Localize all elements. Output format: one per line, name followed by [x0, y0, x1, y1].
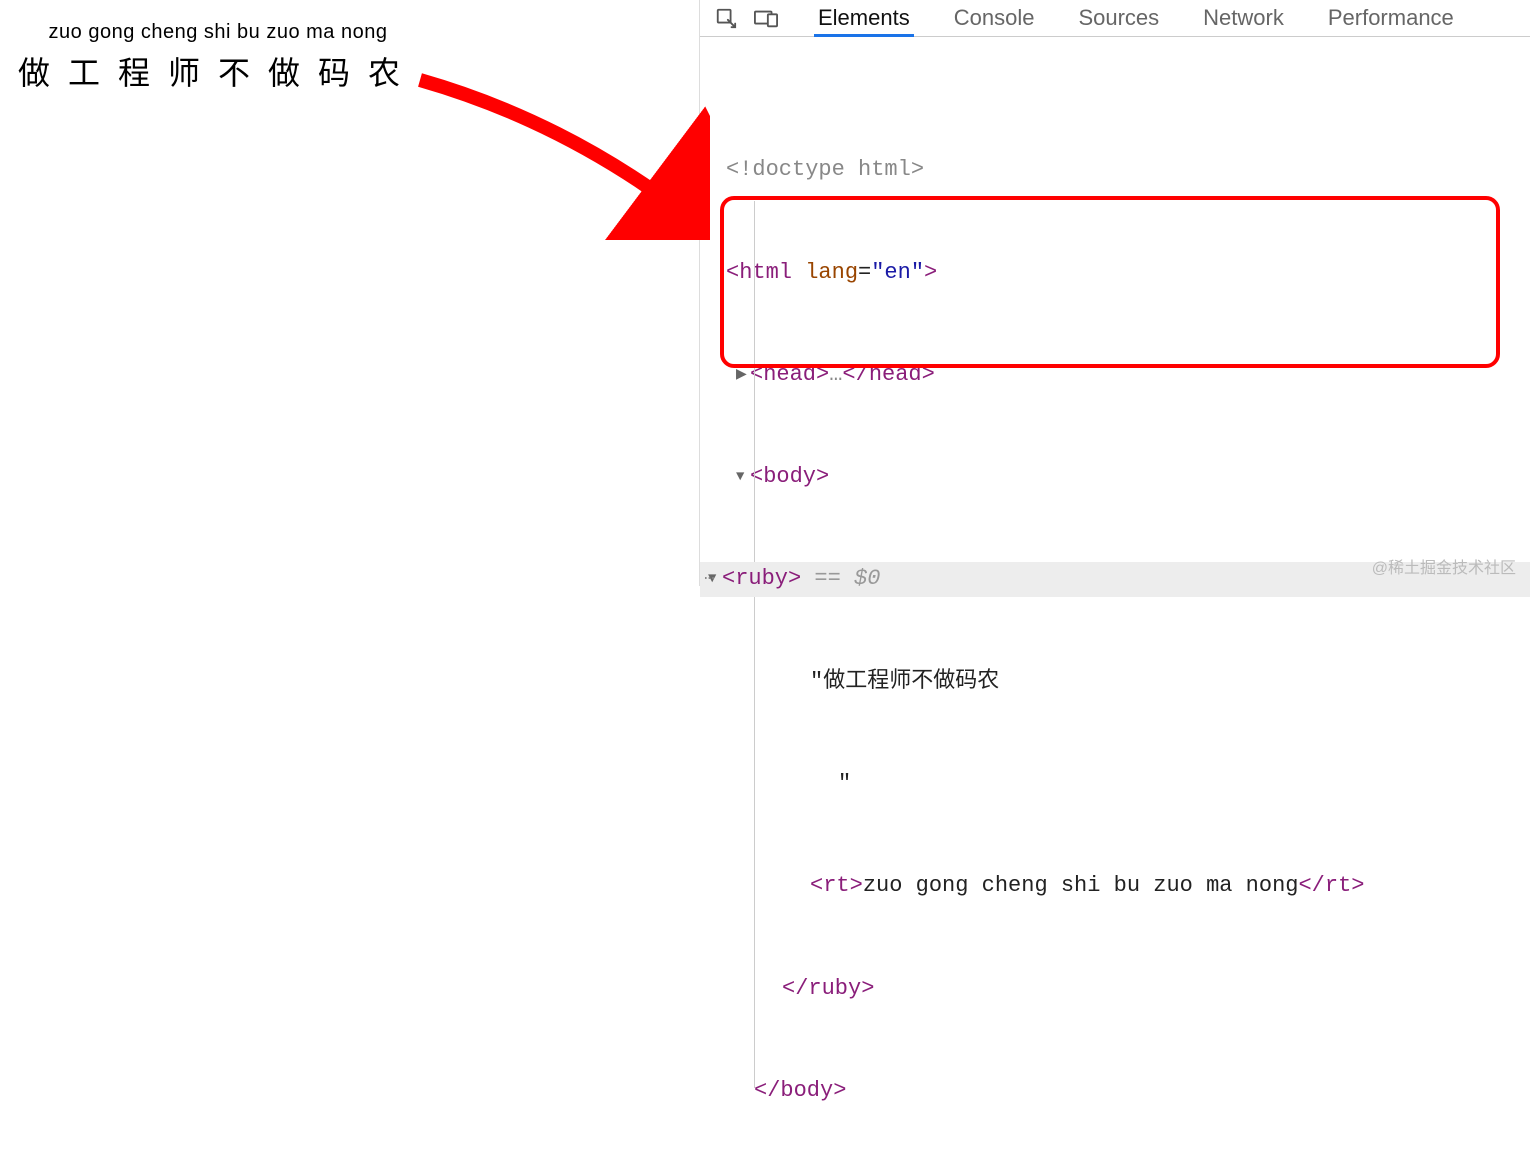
tab-network[interactable]: Network: [1181, 0, 1306, 36]
dom-head-collapsed[interactable]: ▶<head>…</head>: [726, 358, 1520, 392]
dom-body-close[interactable]: </body>: [726, 1074, 1520, 1108]
tab-sources[interactable]: Sources: [1056, 0, 1181, 36]
watermark-text: @稀土掘金技术社区: [1372, 554, 1516, 578]
expand-toggle-icon[interactable]: ▶: [736, 365, 750, 387]
dom-html-open[interactable]: <html lang="en">: [726, 256, 1520, 290]
indent-guide: [754, 201, 755, 1088]
collapse-toggle-icon[interactable]: ▼: [736, 467, 750, 489]
devtools-tabs: Elements Console Sources Network Perform…: [796, 0, 1476, 36]
dom-text-node-2[interactable]: ": [726, 767, 1520, 801]
dom-tree[interactable]: <!doctype html> <html lang="en"> ▶<head>…: [700, 37, 1530, 1172]
ruby-base-text: 做工程师不做码农: [18, 48, 418, 99]
device-toolbar-icon[interactable]: [748, 0, 784, 36]
dom-ruby-close[interactable]: </ruby>: [726, 972, 1520, 1006]
ruby-annotation-text: zuo gong cheng shi bu zuo ma nong: [18, 20, 418, 44]
dom-doctype[interactable]: <!doctype html>: [726, 153, 1520, 187]
selected-node-marker: == $0: [814, 566, 880, 591]
devtools-toolbar: Elements Console Sources Network Perform…: [700, 0, 1530, 37]
rendered-page-pane: zuo gong cheng shi bu zuo ma nong 做工程师不做…: [0, 0, 700, 586]
tab-performance[interactable]: Performance: [1306, 0, 1476, 36]
red-arrow-annotation: [410, 70, 710, 240]
tab-console[interactable]: Console: [932, 0, 1057, 36]
collapse-toggle-icon[interactable]: ▼: [708, 569, 722, 591]
dom-rt-element[interactable]: <rt>zuo gong cheng shi bu zuo ma nong</r…: [726, 869, 1520, 903]
dom-body-open[interactable]: ▼<body>: [726, 460, 1520, 494]
devtools-panel: Elements Console Sources Network Perform…: [700, 0, 1530, 586]
inspect-element-icon[interactable]: [708, 0, 744, 36]
dom-text-node-1[interactable]: "做工程师不做码农: [726, 665, 1520, 699]
ruby-element: zuo gong cheng shi bu zuo ma nong 做工程师不做…: [18, 20, 418, 99]
tab-elements[interactable]: Elements: [796, 0, 932, 36]
